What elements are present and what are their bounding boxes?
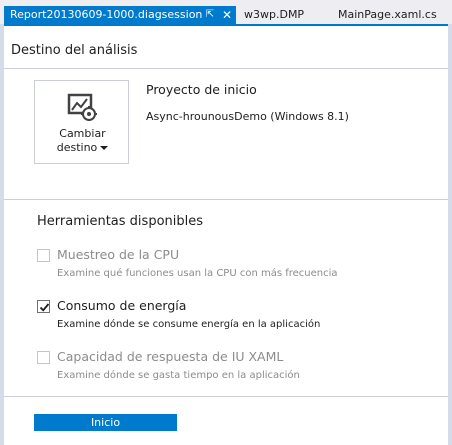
change-target-label-text: destino [56, 141, 98, 154]
tool-description: Examine dónde se gasta tiempo en la apli… [57, 370, 300, 381]
dropdown-arrow-icon [100, 146, 109, 150]
document-tab-strip: Report20130609-1000.diagsession ⇱ ✕ w3wp… [0, 0, 452, 24]
tool-description: Examine qué funciones usan la CPU con má… [57, 268, 338, 279]
change-target-label-line2: destino [35, 141, 130, 155]
tab-label: w3wp.DMP [244, 8, 305, 21]
tool-name: Capacidad de respuesta de IU XAML [57, 349, 284, 364]
divider [4, 68, 448, 69]
tool-description: Examine dónde se consume energía en la a… [57, 319, 321, 330]
startup-project-heading: Proyecto de inicio [146, 82, 257, 97]
analysis-panel: Destino del análisis Cambiar destino Pro… [4, 26, 448, 445]
tab-label: MainPage.xaml.cs [338, 8, 437, 21]
xaml-ui-responsiveness-checkbox[interactable] [37, 351, 50, 364]
tab-diagsession[interactable]: Report20130609-1000.diagsession ⇱ ✕ [4, 6, 236, 24]
chart-gear-icon [67, 93, 97, 121]
tool-name: Consumo de energía [57, 298, 187, 313]
close-icon[interactable]: ✕ [220, 6, 234, 24]
change-target-label-line1: Cambiar [59, 127, 106, 140]
tool-name: Muestreo de la CPU [57, 247, 180, 262]
energy-consumption-checkbox[interactable] [37, 300, 50, 313]
analysis-target-heading: Destino del análisis [11, 43, 138, 58]
divider [4, 396, 448, 397]
cpu-sampling-checkbox[interactable] [37, 249, 50, 262]
tab-label: Report20130609-1000.diagsession [10, 8, 203, 21]
divider [4, 199, 448, 200]
available-tools-heading: Herramientas disponibles [37, 214, 204, 229]
startup-project-name: Async-hrounousDemo (Windows 8.1) [146, 110, 349, 123]
pin-icon[interactable]: ⇱ [204, 6, 216, 24]
change-target-button[interactable]: Cambiar destino [34, 80, 129, 164]
tab-w3wp-dmp[interactable]: w3wp.DMP [238, 5, 304, 24]
tab-mainpage-xaml-cs[interactable]: MainPage.xaml.cs [332, 5, 437, 24]
start-button[interactable]: Inicio [34, 414, 177, 431]
checkmark-icon [39, 303, 50, 312]
